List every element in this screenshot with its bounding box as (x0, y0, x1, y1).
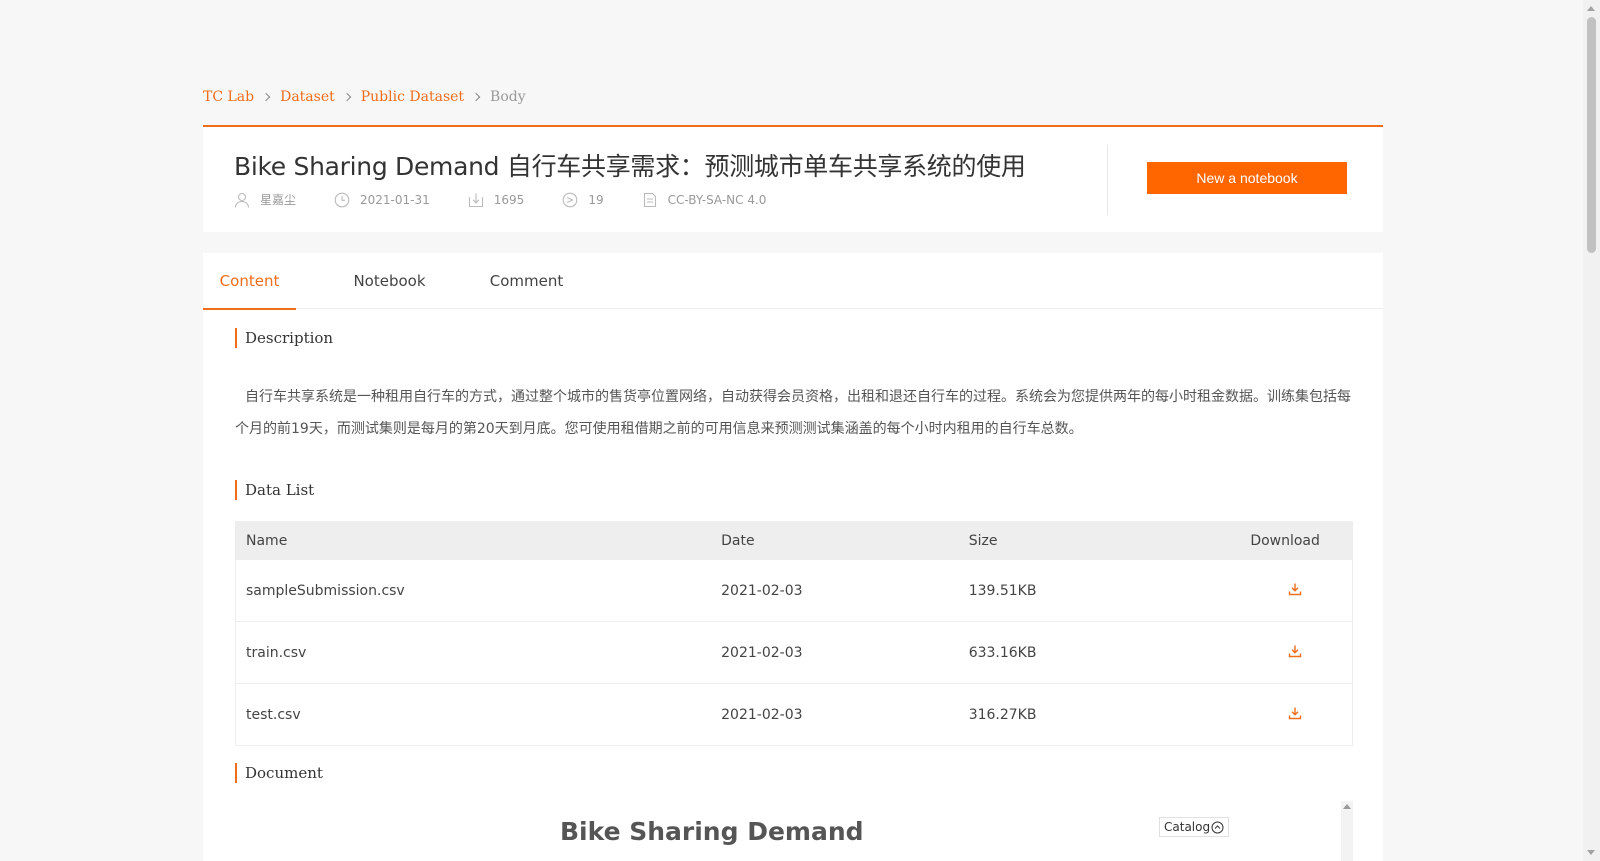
table-row: train.csv 2021-02-03 633.16KB (236, 621, 1352, 683)
breadcrumb: TC Lab Dataset Public Dataset Body (203, 89, 526, 105)
dataset-meta: 星嘉尘 2021-01-31 1695 19 CC-BY-SA-NC 4.0 (234, 191, 804, 208)
description-text: 自行车共享系统是一种租用自行车的方式，通过整个城市的售货亭位置网络，自动获得会员… (235, 389, 1351, 437)
document-scrollbar[interactable] (1341, 801, 1353, 861)
file-name: train.csv (246, 644, 307, 661)
file-date: 2021-02-03 (721, 644, 803, 661)
data-list-heading: Data List (235, 480, 314, 500)
chevron-right-icon (342, 92, 351, 102)
meta-date: 2021-01-31 (334, 192, 430, 208)
document-title: Bike Sharing Demand (560, 817, 864, 846)
tab-notebook[interactable]: Notebook (343, 253, 436, 309)
download-icon[interactable] (1288, 644, 1302, 658)
data-list-table: Name Date Size Download sampleSubmission… (235, 521, 1353, 746)
chevron-right-icon (471, 92, 481, 102)
description-heading: Description (235, 328, 333, 348)
header-divider (1107, 145, 1108, 215)
breadcrumb-dataset[interactable]: Dataset (280, 89, 335, 105)
breadcrumb-tc-lab[interactable]: TC Lab (203, 89, 254, 105)
page-title: Bike Sharing Demand 自行车共享需求：预测城市单车共享系统的使… (234, 152, 1026, 181)
download-icon[interactable] (1288, 706, 1302, 720)
tab-comment[interactable]: Comment (480, 253, 573, 309)
breadcrumb-public-dataset[interactable]: Public Dataset (361, 89, 464, 105)
document-icon (643, 192, 656, 207)
meta-forks: 19 (562, 192, 604, 208)
scrollbar-thumb[interactable] (1587, 17, 1596, 253)
meta-license: CC-BY-SA-NC 4.0 (642, 192, 767, 208)
user-icon (234, 192, 250, 208)
column-header-date: Date (721, 532, 755, 549)
scroll-up-arrow-icon[interactable] (1587, 6, 1595, 11)
file-date: 2021-02-03 (721, 706, 803, 723)
file-name: test.csv (246, 706, 301, 723)
scroll-up-arrow-icon[interactable] (1343, 804, 1351, 809)
meta-downloads: 1695 (468, 192, 525, 208)
fork-icon (562, 192, 578, 207)
download-cell (1218, 582, 1352, 600)
scroll-down-arrow-icon[interactable] (1587, 850, 1595, 855)
table-row: test.csv 2021-02-03 316.27KB (236, 683, 1352, 745)
file-size: 316.27KB (968, 706, 1037, 723)
fork-count: 19 (588, 192, 604, 207)
content-card: Content Notebook Comment Description 自行车… (203, 253, 1383, 861)
catalog-button[interactable]: Catalog (1159, 817, 1230, 837)
download-count-icon (468, 193, 483, 207)
catalog-label: Catalog (1164, 820, 1211, 834)
file-size: 633.16KB (968, 644, 1037, 661)
file-date: 2021-02-03 (721, 582, 803, 599)
file-name: sampleSubmission.csv (246, 582, 405, 599)
page: TC Lab Dataset Public Dataset Body Bike … (0, 0, 1600, 861)
breadcrumb-current: Body (490, 89, 526, 105)
table-row: sampleSubmission.csv 2021-02-03 139.51KB (236, 559, 1352, 621)
download-count: 1695 (493, 192, 525, 207)
column-header-size: Size (968, 532, 998, 549)
publish-date: 2021-01-31 (360, 192, 430, 207)
file-size: 139.51KB (968, 582, 1037, 599)
tab-content[interactable]: Content (203, 253, 296, 310)
download-cell (1218, 706, 1352, 724)
download-icon[interactable] (1288, 582, 1302, 596)
page-scrollbar[interactable] (1583, 0, 1600, 861)
chevron-right-icon (261, 92, 271, 102)
document-viewer: Bike Sharing Demand Catalog (235, 801, 1353, 861)
new-notebook-button[interactable]: New a notebook (1147, 162, 1347, 194)
table-header: Name Date Size Download (236, 522, 1352, 559)
dataset-header: Bike Sharing Demand 自行车共享需求：预测城市单车共享系统的使… (203, 125, 1383, 232)
meta-author: 星嘉尘 (234, 191, 296, 208)
clock-icon (334, 192, 350, 207)
document-heading: Document (235, 763, 323, 783)
column-header-name: Name (246, 532, 288, 549)
author-name[interactable]: 星嘉尘 (260, 191, 296, 208)
license-label: CC-BY-SA-NC 4.0 (667, 192, 767, 207)
circle-chevron-up-icon (1211, 821, 1224, 833)
download-cell (1218, 644, 1352, 662)
tab-bar: Content Notebook Comment (203, 253, 1383, 310)
column-header-download: Download (1250, 532, 1320, 549)
